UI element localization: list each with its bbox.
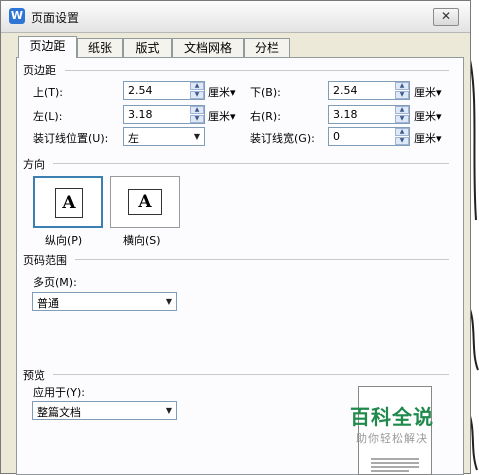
orientation-section-title: 方向	[23, 158, 45, 171]
landscape-page-icon: A	[128, 189, 162, 215]
spin-down-icon[interactable]: ▼	[395, 137, 409, 145]
right-margin-input[interactable]: 3.18 ▲ ▼	[328, 105, 410, 124]
tab-document-grid[interactable]: 文档网格	[172, 38, 244, 57]
window-title: 页面设置	[31, 11, 80, 25]
chevron-down-icon: ▼	[165, 406, 172, 415]
landscape-label: 横向(S)	[123, 234, 161, 247]
title-bar: W 页面设置 ✕	[1, 1, 470, 33]
page-setup-dialog: W 页面设置 ✕ 页边距 纸张 版式 文档网格 分栏 页边距 上(T): 2.5…	[0, 0, 471, 475]
apply-to-label: 应用于(Y):	[33, 386, 86, 399]
orientation-divider	[53, 163, 449, 164]
top-margin-unit[interactable]: 厘米▾	[208, 84, 236, 100]
tab-layout[interactable]: 版式	[123, 38, 172, 57]
right-margin-value: 3.18	[333, 108, 358, 121]
close-button[interactable]: ✕	[433, 8, 459, 26]
top-margin-label: 上(T):	[33, 86, 64, 99]
portrait-option[interactable]: A	[33, 176, 103, 228]
watermark-logo-text: 百科全说	[350, 405, 434, 429]
left-margin-input[interactable]: 3.18 ▲ ▼	[123, 105, 205, 124]
preview-section-title: 预览	[23, 369, 45, 382]
portrait-label: 纵向(P)	[45, 234, 83, 247]
spin-down-icon[interactable]: ▼	[395, 115, 409, 123]
bottom-margin-unit[interactable]: 厘米▾	[414, 84, 442, 100]
watermark-subtitle: 助你轻松解决	[356, 432, 428, 445]
margins-divider	[65, 70, 449, 71]
spin-down-icon[interactable]: ▼	[190, 91, 204, 99]
chevron-down-icon: ▼	[193, 132, 200, 141]
gutter-position-value: 左	[128, 132, 139, 145]
gutter-position-label: 装订线位置(U):	[33, 132, 109, 145]
spin-down-icon[interactable]: ▼	[190, 115, 204, 123]
spin-up-icon[interactable]: ▲	[395, 82, 409, 90]
top-margin-value: 2.54	[128, 84, 153, 97]
bottom-margin-label: 下(B):	[250, 86, 281, 99]
gutter-width-label: 装订线宽(G):	[250, 132, 315, 145]
landscape-option[interactable]: A	[110, 176, 180, 228]
spin-down-icon[interactable]: ▼	[395, 91, 409, 99]
margins-section-title: 页边距	[23, 64, 56, 77]
chevron-down-icon: ▼	[165, 297, 172, 306]
bottom-margin-value: 2.54	[333, 84, 358, 97]
gutter-width-input[interactable]: 0 ▲ ▼	[328, 127, 410, 146]
gutter-width-value: 0	[333, 130, 340, 143]
left-margin-label: 左(L):	[33, 110, 63, 123]
multi-page-label: 多页(M):	[33, 276, 77, 289]
spin-up-icon[interactable]: ▲	[395, 106, 409, 114]
gutter-width-unit[interactable]: 厘米▾	[414, 130, 442, 146]
preview-divider	[53, 374, 449, 375]
wps-app-icon: W	[9, 8, 25, 24]
apply-to-select[interactable]: 整篇文档 ▼	[32, 401, 177, 420]
multi-page-value: 普通	[37, 297, 59, 310]
tab-paper[interactable]: 纸张	[77, 38, 123, 57]
spin-up-icon[interactable]: ▲	[190, 82, 204, 90]
page-range-section-title: 页码范围	[23, 254, 67, 267]
spin-up-icon[interactable]: ▲	[395, 128, 409, 136]
left-margin-value: 3.18	[128, 108, 153, 121]
portrait-page-icon: A	[55, 188, 83, 218]
gutter-position-select[interactable]: 左 ▼	[123, 127, 205, 146]
left-margin-unit[interactable]: 厘米▾	[208, 108, 236, 124]
tab-columns[interactable]: 分栏	[244, 38, 290, 57]
right-margin-unit[interactable]: 厘米▾	[414, 108, 442, 124]
top-margin-input[interactable]: 2.54 ▲ ▼	[123, 81, 205, 100]
multi-page-select[interactable]: 普通 ▼	[32, 292, 177, 311]
spin-up-icon[interactable]: ▲	[190, 106, 204, 114]
right-margin-label: 右(R):	[250, 110, 281, 123]
apply-to-value: 整篇文档	[37, 406, 81, 419]
bottom-margin-input[interactable]: 2.54 ▲ ▼	[328, 81, 410, 100]
tab-margins[interactable]: 页边距	[18, 36, 77, 58]
page-range-divider	[75, 259, 449, 260]
